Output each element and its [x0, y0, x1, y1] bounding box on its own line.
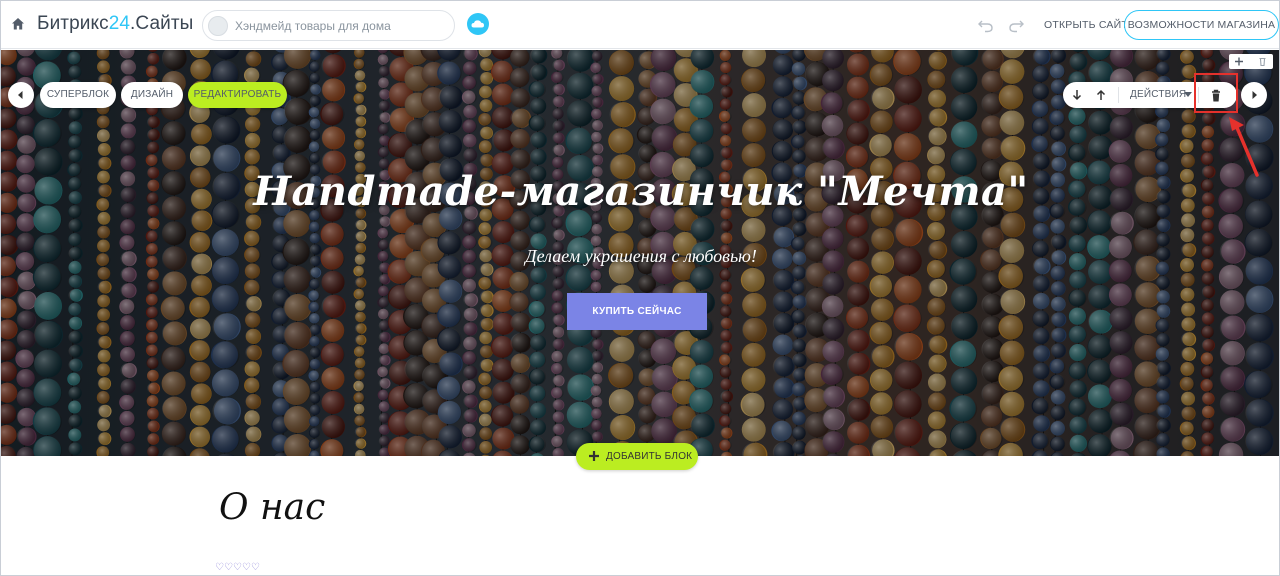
hero-block: Handmade-магазинчик "Мечта" Делаем украш…: [1, 50, 1279, 456]
redo-icon[interactable]: [1007, 16, 1025, 34]
home-icon[interactable]: [11, 17, 25, 31]
toolbar-divider: [1118, 87, 1119, 103]
superblock-button[interactable]: СУПЕРБЛОК: [40, 82, 116, 108]
edit-button[interactable]: РЕДАКТИРОВАТЬ: [188, 82, 287, 108]
mini-block-controls: [1229, 54, 1273, 69]
undo-icon[interactable]: [977, 16, 995, 34]
arrow-right-icon[interactable]: [1241, 82, 1267, 108]
site-selector[interactable]: Хэндмейд товары для дома: [202, 10, 455, 41]
hearts-divider: ♡♡♡♡♡: [215, 562, 260, 573]
top-bar: Битрикс24.Сайты Хэндмейд товары для дома…: [1, 1, 1279, 49]
hero-subtitle[interactable]: Делаем украшения с любовью!: [1, 246, 1279, 267]
actions-dropdown[interactable]: ДЕЙСТВИЯ: [1130, 82, 1186, 108]
add-block-button[interactable]: ДОБАВИТЬ БЛОК: [576, 443, 698, 470]
about-heading[interactable]: О нас: [219, 487, 325, 528]
add-block-label: ДОБАВИТЬ БЛОК: [606, 451, 693, 462]
site-thumbnail: [208, 16, 228, 36]
buy-now-button[interactable]: КУПИТЬ СЕЙЧАС: [567, 293, 707, 330]
hero-title[interactable]: Handmade-магазинчик "Мечта": [1, 168, 1279, 215]
open-site-link[interactable]: ОТКРЫТЬ САЙТ: [1044, 19, 1128, 31]
cloud-icon[interactable]: [467, 13, 489, 35]
store-features-button[interactable]: ВОЗМОЖНОСТИ МАГАЗИНА: [1124, 10, 1279, 40]
pointer-arrow-icon: [1229, 117, 1259, 177]
arrow-up-icon[interactable]: [1094, 88, 1108, 102]
editor-window: Битрикс24.Сайты Хэндмейд товары для дома…: [0, 0, 1280, 576]
chevron-down-icon: [1184, 92, 1192, 97]
brand-logo: Битрикс24.Сайты: [37, 13, 194, 34]
design-button[interactable]: ДИЗАЙН: [121, 82, 183, 108]
arrow-left-icon[interactable]: [8, 82, 34, 108]
plus-icon: [589, 451, 599, 461]
arrow-down-icon[interactable]: [1070, 88, 1084, 102]
delete-highlight-frame: [1194, 73, 1238, 113]
site-name: Хэндмейд товары для дома: [235, 19, 391, 33]
